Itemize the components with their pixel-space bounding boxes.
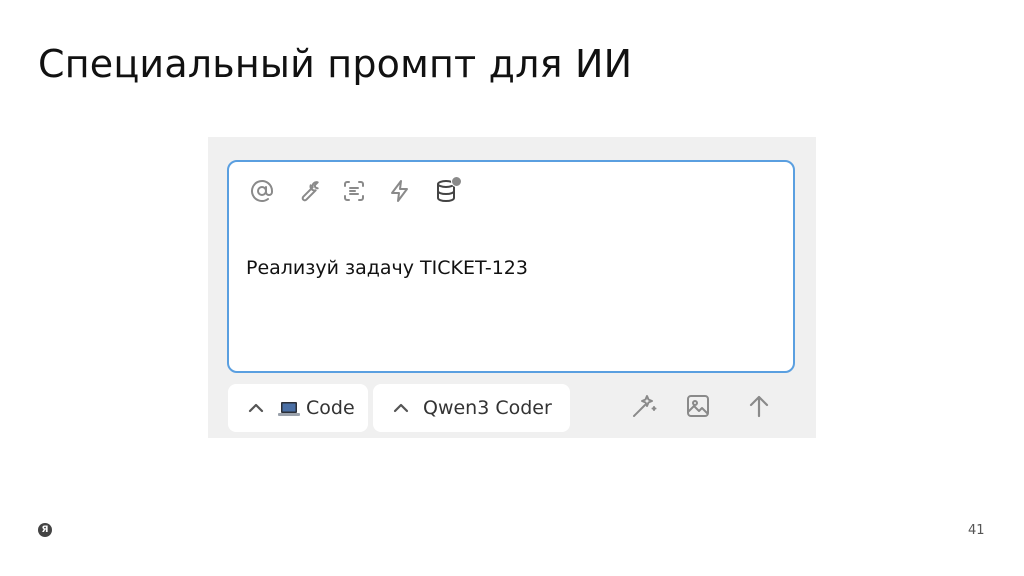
scan-text-icon[interactable] — [339, 176, 369, 206]
magic-wand-icon[interactable] — [630, 392, 658, 424]
laptop-icon — [278, 400, 300, 416]
mode-label: Code — [306, 397, 355, 419]
composer-toolbar — [247, 176, 462, 206]
at-icon[interactable] — [247, 176, 277, 206]
slide-title: Специальный промпт для ИИ — [38, 42, 633, 86]
prompt-input[interactable]: Реализуй задачу TICKET-123 — [246, 257, 528, 279]
chevron-up-icon — [248, 403, 264, 413]
prompt-composer[interactable]: Реализуй задачу TICKET-123 — [227, 160, 795, 373]
image-icon[interactable] — [684, 392, 712, 424]
wrench-icon[interactable] — [293, 176, 323, 206]
lightning-icon[interactable] — [385, 176, 415, 206]
status-dot — [451, 176, 462, 187]
mode-selector[interactable]: Code — [228, 384, 368, 432]
chat-composer-screenshot: Реализуй задачу TICKET-123 Code Qwen3 Co… — [208, 137, 816, 438]
yandex-logo: Я — [38, 523, 52, 537]
database-icon[interactable] — [431, 176, 462, 206]
model-selector[interactable]: Qwen3 Coder — [373, 384, 570, 432]
logo-letter: Я — [41, 524, 49, 535]
page-number: 41 — [968, 523, 985, 538]
model-label: Qwen3 Coder — [423, 397, 552, 419]
chevron-up-icon — [393, 403, 409, 413]
send-arrow-icon[interactable] — [745, 392, 773, 424]
